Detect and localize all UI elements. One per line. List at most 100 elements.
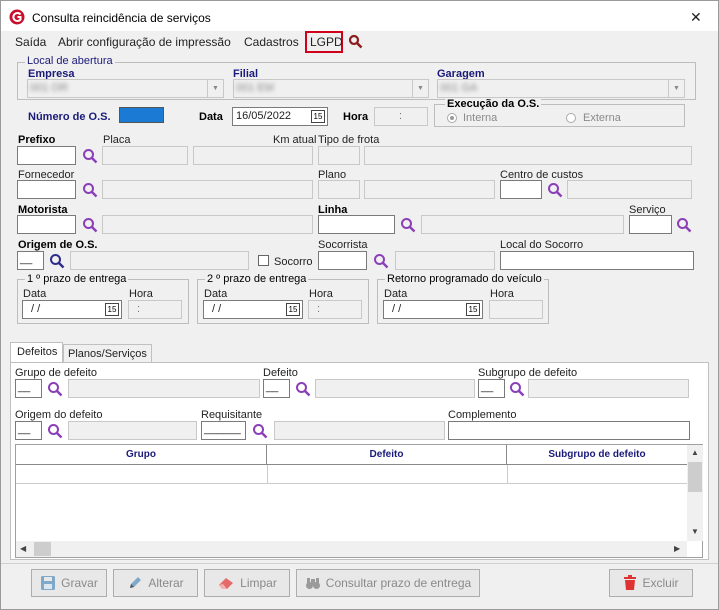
defeito-input[interactable]: __ — [263, 379, 290, 398]
hora-os-input[interactable]: : — [374, 107, 428, 126]
complemento-label: Complemento — [448, 409, 517, 421]
grid-col-subgrupo[interactable]: Subgrupo de defeito — [507, 445, 687, 465]
search-icon[interactable] — [82, 217, 98, 233]
prazo1-data-label: Data — [23, 288, 47, 300]
empresa-combo[interactable]: 001 OR ▼ — [27, 79, 224, 98]
defeito-label: Defeito — [263, 367, 298, 379]
local-abertura-legend: Local de abertura — [25, 55, 115, 67]
search-icon[interactable] — [295, 381, 311, 397]
socorrista-desc — [395, 251, 495, 270]
excluir-button[interactable]: Excluir — [609, 569, 693, 597]
prazo1-hora-label: Hora — [129, 288, 153, 300]
garagem-combo[interactable]: 001 GA ▼ — [437, 79, 685, 98]
origem-os-input[interactable]: __ — [17, 251, 44, 270]
retorno-data-label: Data — [384, 288, 408, 300]
tipo-frota-label: Tipo de frota — [318, 134, 380, 146]
tab-defeitos[interactable]: Defeitos — [10, 342, 63, 363]
title-bar: Consulta reincidência de serviços ✕ — [1, 1, 718, 31]
origem-os-desc — [70, 251, 249, 270]
plano-code — [318, 180, 360, 199]
centro-custos-desc — [567, 180, 692, 199]
linha-input[interactable] — [318, 215, 395, 234]
scroll-up-icon: ▲ — [691, 448, 699, 457]
origem-defeito-input[interactable]: __ — [15, 421, 42, 440]
menu-bar: Saída Abrir configuração de impressão Ca… — [1, 31, 718, 53]
socorrista-input[interactable] — [318, 251, 367, 270]
externa-label: Externa — [583, 112, 621, 124]
close-button[interactable]: ✕ — [690, 9, 702, 26]
limpar-button[interactable]: Limpar — [204, 569, 290, 597]
calendar-icon: 15 — [105, 303, 119, 316]
socorrista-label: Socorrista — [318, 239, 368, 251]
prazo2-legend: 2 º prazo de entrega — [205, 273, 309, 285]
search-icon[interactable] — [82, 148, 98, 164]
search-icon[interactable] — [547, 182, 563, 198]
gravar-button[interactable]: Gravar — [31, 569, 107, 597]
search-icon[interactable] — [348, 34, 363, 49]
calendar-icon: 15 — [311, 110, 325, 123]
local-socorro-label: Local do Socorro — [500, 239, 584, 251]
scroll-hthumb — [34, 542, 51, 556]
grupo-defeito-input[interactable]: __ — [15, 379, 42, 398]
prazo2-data-input[interactable]: / /15 — [203, 300, 303, 319]
socorro-label: Socorro — [274, 256, 313, 268]
prefixo-input[interactable] — [17, 146, 76, 165]
scroll-left-icon: ◀ — [20, 544, 27, 553]
main-window: Consulta reincidência de serviços ✕ Saíd… — [0, 0, 719, 610]
grid-col-defeito[interactable]: Defeito — [267, 445, 507, 465]
tab-planos-servicos[interactable]: Planos/Serviços — [63, 344, 152, 363]
search-icon[interactable] — [47, 423, 63, 439]
retorno-data-input[interactable]: / /15 — [383, 300, 483, 319]
grid-header: Grupo Defeito Subgrupo de defeito — [16, 445, 687, 465]
menu-abrir-configuracao[interactable]: Abrir configuração de impressão — [58, 35, 231, 49]
menu-sair[interactable]: Saída — [15, 35, 46, 49]
retorno-hora-input[interactable] — [489, 300, 543, 319]
search-icon[interactable] — [676, 217, 692, 233]
vertical-scrollbar[interactable]: ▲ ▼ — [687, 445, 703, 541]
complemento-input[interactable] — [448, 421, 690, 440]
search-icon[interactable] — [49, 253, 65, 269]
search-icon[interactable] — [47, 381, 63, 397]
search-icon[interactable] — [373, 253, 389, 269]
origem-defeito-desc — [68, 421, 197, 440]
prazo1-data-input[interactable]: / /15 — [22, 300, 122, 319]
motorista-input[interactable] — [17, 215, 76, 234]
requisitante-input[interactable]: ______ — [201, 421, 246, 440]
pencil-icon — [130, 577, 142, 588]
interna-label: Interna — [463, 112, 498, 124]
defeitos-grid[interactable]: Grupo Defeito Subgrupo de defeito ▲ ▼ ◀ … — [15, 444, 703, 558]
tipo-frota-desc — [364, 146, 692, 165]
externa-radio[interactable] — [566, 113, 576, 123]
search-icon[interactable] — [82, 182, 98, 198]
consultar-prazo-button[interactable]: Consultar prazo de entrega — [296, 569, 480, 597]
fornecedor-input[interactable] — [17, 180, 76, 199]
centro-custos-input[interactable] — [500, 180, 542, 199]
socorro-checkbox[interactable] — [258, 255, 269, 266]
subgrupo-defeito-label: Subgrupo de defeito — [478, 367, 578, 379]
horizontal-scrollbar[interactable]: ◀ ▶ — [16, 541, 687, 557]
prazo2-hora-input[interactable]: : — [308, 300, 362, 319]
grid-col-grupo[interactable]: Grupo — [16, 445, 267, 465]
menu-cadastros[interactable]: Cadastros — [244, 35, 299, 49]
subgrupo-defeito-input[interactable]: __ — [478, 379, 505, 398]
local-socorro-input[interactable] — [500, 251, 694, 270]
filial-combo[interactable]: 001 EM ▼ — [233, 79, 429, 98]
menu-lgpd[interactable]: LGPD — [310, 35, 343, 49]
data-label: Data — [199, 111, 223, 123]
prefixo-label: Prefixo — [18, 134, 56, 146]
alterar-button[interactable]: Alterar — [113, 569, 198, 597]
data-os-input[interactable]: 16/05/2022 15 — [232, 107, 328, 126]
servico-input[interactable] — [629, 215, 672, 234]
search-icon[interactable] — [509, 381, 525, 397]
km-atual-input — [193, 146, 313, 165]
search-icon[interactable] — [252, 423, 268, 439]
table-row[interactable] — [16, 465, 687, 484]
scroll-down-icon: ▼ — [691, 527, 699, 536]
numero-os-input[interactable] — [119, 107, 164, 123]
scroll-right-icon: ▶ — [674, 544, 681, 553]
interna-radio[interactable] — [447, 113, 457, 123]
execucao-legend: Execução da O.S. — [445, 98, 542, 110]
motorista-desc — [102, 215, 313, 234]
prazo1-hora-input[interactable]: : — [128, 300, 182, 319]
search-icon[interactable] — [400, 217, 416, 233]
